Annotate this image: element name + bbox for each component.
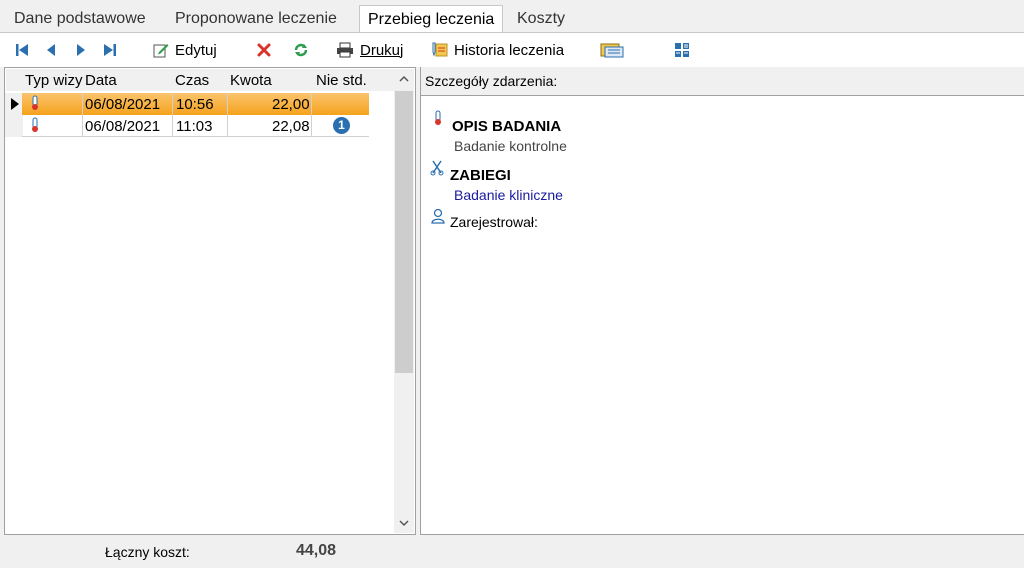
prev-record-button[interactable] [43, 40, 59, 60]
details-body: OPIS BADANIA Badanie kontrolne ZABIEGI B… [420, 95, 1024, 535]
cell-date: 06/08/2021 [85, 118, 161, 135]
col-header-data[interactable]: Data [85, 72, 117, 89]
scroll-thumb[interactable] [395, 91, 413, 373]
thermometer-icon [32, 95, 38, 110]
row-indicator-current[interactable] [5, 93, 23, 115]
col-header-kwota[interactable]: Kwota [230, 72, 272, 89]
tab-proponowane-leczenie[interactable]: Proponowane leczenie [167, 8, 345, 32]
col-header-nie-std[interactable]: Nie std. [316, 72, 367, 89]
tab-dane-podstawowe[interactable]: Dane podstawowe [6, 8, 154, 32]
cell-amount: 22,00 [272, 96, 310, 113]
scroll-down-icon[interactable] [394, 513, 414, 533]
edit-label: Edytuj [175, 41, 217, 59]
grid-scrollbar[interactable] [394, 69, 414, 533]
next-record-icon [77, 44, 85, 56]
procedures-title: ZABIEGI [450, 167, 511, 184]
first-record-icon [16, 44, 28, 56]
edit-icon [153, 44, 169, 58]
col-header-czas[interactable]: Czas [175, 72, 209, 89]
grid-header: Typ wizy Data Czas Kwota Nie std. [6, 69, 394, 91]
cell-date: 06/08/2021 [85, 96, 161, 113]
scroll-up-icon[interactable] [394, 69, 414, 89]
exam-description: Badanie kontrolne [454, 138, 567, 154]
doctor-icon [431, 208, 445, 224]
cell-time: 11:03 [176, 118, 213, 135]
cell-time: 10:56 [176, 96, 214, 113]
thermometer-icon [32, 117, 38, 132]
first-record-button[interactable] [14, 40, 30, 60]
total-cost-label: Łączny koszt: [105, 544, 190, 560]
exam-title: OPIS BADANIA [452, 118, 562, 135]
details-header-label: Szczegóły zdarzenia: [425, 73, 558, 89]
row-indicator[interactable] [5, 115, 23, 137]
edit-button[interactable]: Edytuj [153, 40, 217, 60]
table-row[interactable]: 06/08/2021 10:56 22,00 [22, 93, 369, 115]
print-button[interactable]: Drukuj [336, 40, 403, 60]
prev-record-icon [47, 44, 55, 56]
delete-icon [257, 43, 271, 57]
details-header: Szczegóły zdarzenia: [420, 67, 1024, 95]
next-record-button[interactable] [73, 40, 89, 60]
print-label: Drukuj [360, 41, 404, 59]
history-button[interactable]: Historia leczenia [430, 40, 564, 60]
view-card-button[interactable] [600, 40, 624, 60]
tab-bar: Dane podstawowe Proponowane leczenie Prz… [0, 0, 1024, 33]
last-record-icon [104, 44, 116, 56]
refresh-button[interactable] [293, 40, 309, 60]
tab-przebieg-leczenia[interactable]: Przebieg leczenia [359, 5, 504, 33]
card-view-icon [600, 43, 624, 58]
printer-icon [337, 42, 353, 58]
delete-button[interactable] [256, 40, 272, 60]
history-label: Historia leczenia [454, 41, 565, 59]
total-cost-value: 44,08 [296, 542, 337, 559]
registered-label: Zarejestrował: [450, 214, 538, 230]
current-row-arrow-icon [11, 98, 19, 110]
tab-koszty[interactable]: Koszty [509, 8, 573, 32]
nonstd-badge: 1 [333, 117, 350, 134]
grid-view-icon [675, 43, 689, 57]
visits-grid: Typ wizy Data Czas Kwota Nie std. 06/08/… [4, 67, 416, 535]
thermometer-icon [435, 110, 441, 125]
cell-amount: 22,08 [272, 118, 310, 135]
view-grid-button[interactable] [674, 40, 690, 60]
toolbar: Edytuj Drukuj Historia leczenia [0, 33, 1024, 67]
last-record-button[interactable] [102, 40, 118, 60]
history-icon [432, 42, 448, 57]
procedures-description[interactable]: Badanie kliniczne [454, 187, 563, 203]
table-row[interactable]: 06/08/2021 11:03 22,08 1 [22, 115, 369, 137]
details-panel: Szczegóły zdarzenia: OPIS BADANIA Badani… [420, 67, 1024, 535]
scissors-icon [430, 160, 444, 176]
col-header-typ-wizy[interactable]: Typ wizy [25, 72, 83, 89]
refresh-icon [294, 43, 308, 57]
